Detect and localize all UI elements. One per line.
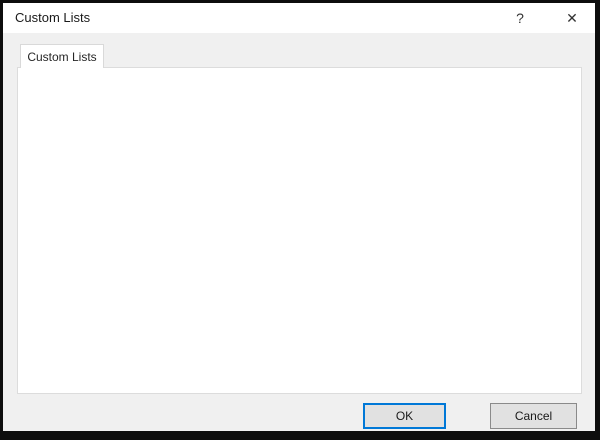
help-icon[interactable]: ? <box>498 3 542 33</box>
cancel-button[interactable]: Cancel <box>490 403 577 429</box>
dialog-title: Custom Lists <box>15 3 90 33</box>
ok-button[interactable]: OK <box>363 403 446 429</box>
tab-custom-lists[interactable]: Custom Lists <box>20 44 104 68</box>
close-icon[interactable]: ✕ <box>550 3 594 33</box>
title-bar: Custom Lists ? ✕ <box>3 3 595 33</box>
tab-page <box>17 67 582 394</box>
custom-lists-dialog: Custom Lists ? ✕ Custom Lists Custom lis… <box>3 3 595 431</box>
